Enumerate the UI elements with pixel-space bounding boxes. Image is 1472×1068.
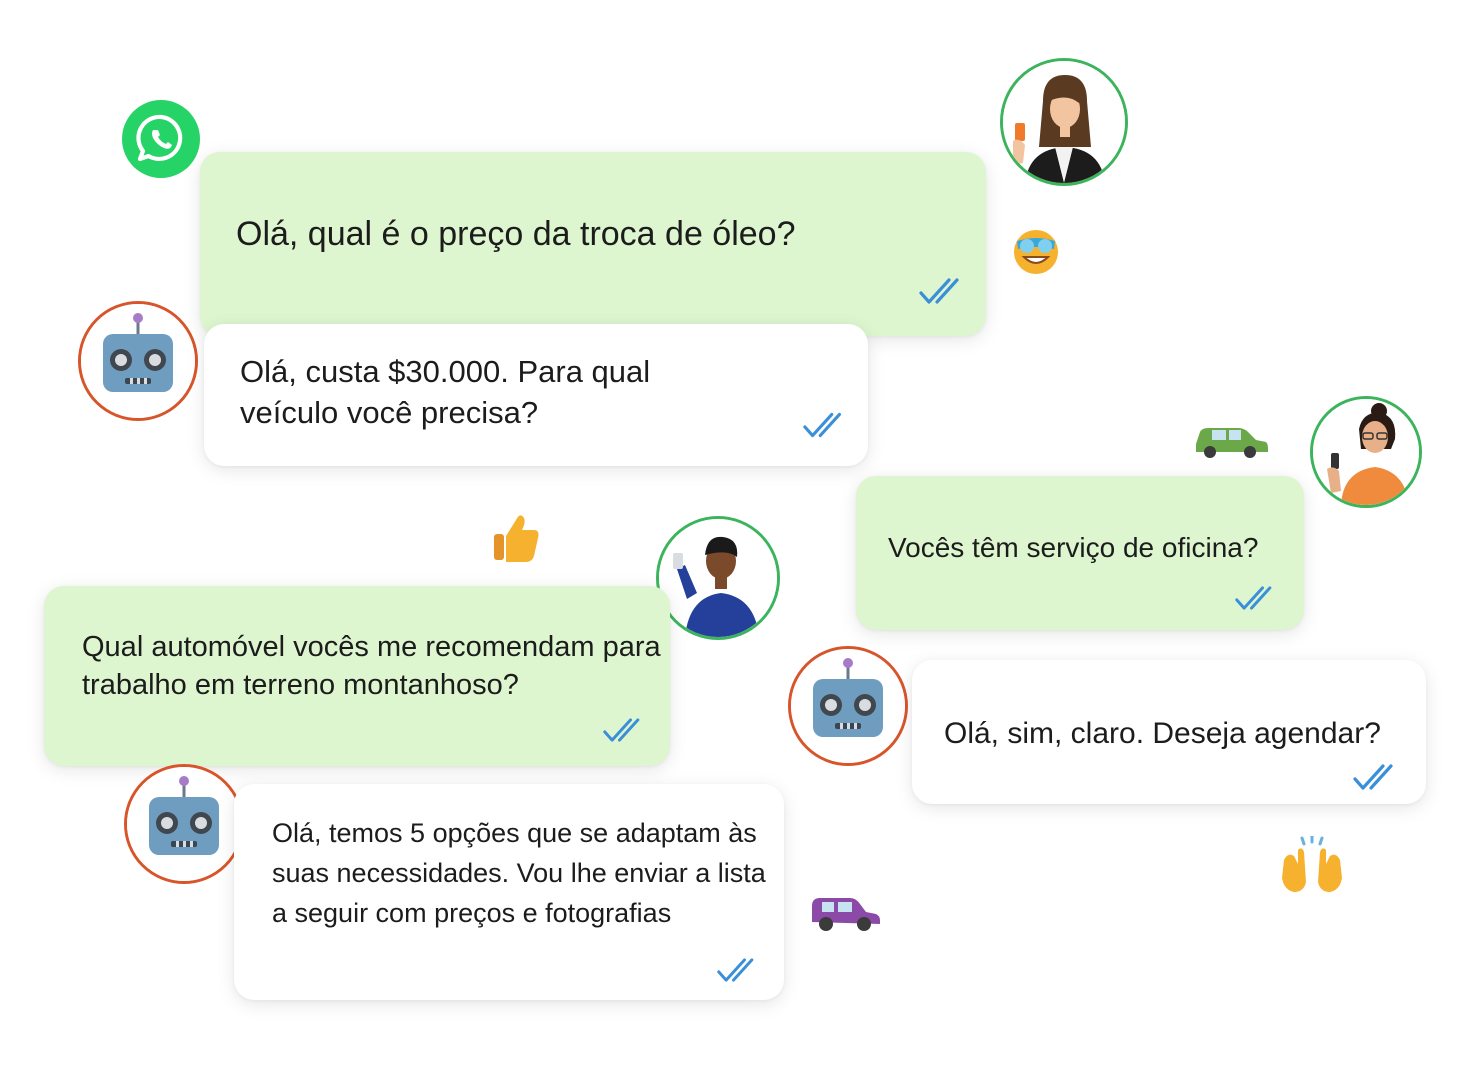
chat-bubble-vehicle-recommendation-question: Qual automóvel vocês me recomendam para … [44,586,670,766]
raising-hands-emoji [1280,836,1344,894]
message-text: Olá, qual é o preço da troca de óleo? [236,215,796,253]
double-check-read-icon [1234,584,1280,612]
customer-avatar-woman-orange-top [1310,396,1422,508]
thumbs-up-emoji [490,510,542,564]
chat-bubble-bot-options-reply: Olá, temos 5 opções que se adaptam às su… [234,784,784,1000]
double-check-read-icon [716,956,762,984]
message-text: Vocês têm serviço de oficina? [888,532,1259,563]
double-check-read-icon [918,276,968,306]
chat-bubble-oil-change-question: Olá, qual é o preço da troca de óleo? [200,152,986,336]
chat-bubble-bot-schedule-reply: Olá, sim, claro. Deseja agendar? [912,660,1426,804]
double-check-read-icon [802,410,850,440]
message-text: Qual automóvel vocês me recomendam para … [82,631,661,702]
bot-avatar [788,646,908,766]
customer-avatar-man [656,516,780,640]
green-car-emoji [1190,414,1270,460]
whatsapp-icon [122,100,200,178]
customer-avatar-woman-dark-hair [1000,58,1128,186]
message-text: Olá, temos 5 opções que se adaptam às su… [272,818,766,928]
message-text: Olá, custa $30.000. Para qual veículo vo… [240,354,651,430]
chat-bubble-workshop-question: Vocês têm serviço de oficina? [856,476,1304,630]
purple-suv-emoji [808,888,882,934]
chat-bubble-bot-price-reply: Olá, custa $30.000. Para qual veículo vo… [204,324,868,466]
double-check-read-icon [1352,762,1402,792]
bot-avatar [78,301,198,421]
star-struck-emoji [1011,225,1061,275]
message-text: Olá, sim, claro. Deseja agendar? [944,717,1381,750]
bot-avatar [124,764,244,884]
double-check-read-icon [602,716,648,744]
